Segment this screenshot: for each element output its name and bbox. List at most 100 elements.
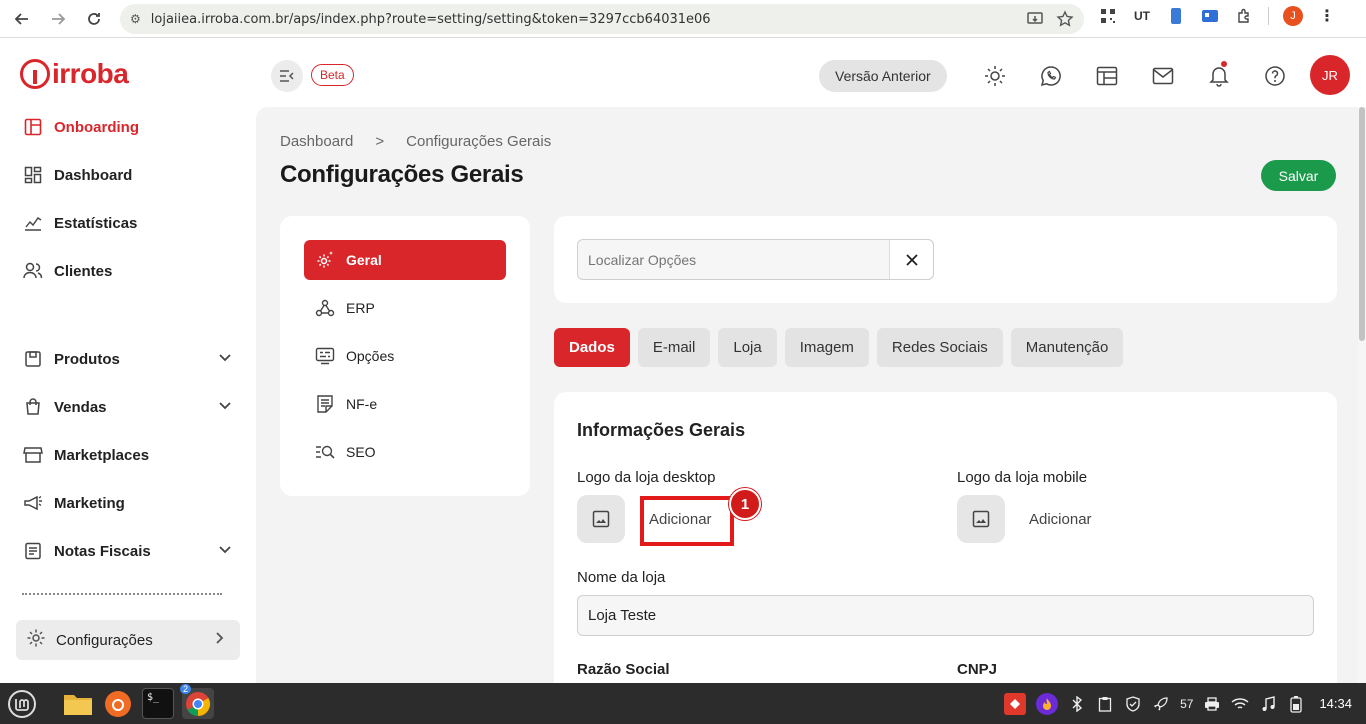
box-icon: [22, 348, 44, 370]
files-folder-icon[interactable]: [62, 688, 94, 719]
breadcrumb-current: Configurações Gerais: [406, 133, 552, 150]
step-badge: 1: [729, 488, 761, 520]
forward-icon[interactable]: [44, 5, 72, 33]
bell-icon[interactable]: [1205, 61, 1233, 90]
mint-menu-icon[interactable]: [6, 688, 38, 719]
bluetooth-icon[interactable]: [1068, 695, 1086, 713]
gear-sparkle-icon: [314, 250, 336, 270]
chevron-down-icon[interactable]: [218, 542, 232, 560]
seo-icon: [314, 443, 336, 461]
tab-dados[interactable]: Dados: [554, 328, 630, 367]
terminal-icon[interactable]: $_: [142, 688, 174, 719]
razao-social-label: Razão Social: [577, 661, 670, 678]
collapse-sidebar-button[interactable]: [271, 60, 303, 92]
breadcrumb-dashboard-link[interactable]: Dashboard: [280, 133, 353, 150]
id-card-extension-icon[interactable]: [1200, 6, 1220, 26]
settings-nav-seo[interactable]: SEO: [304, 432, 506, 472]
phone-extension-icon[interactable]: [1166, 6, 1186, 26]
chrome-window-count: 2: [180, 684, 192, 694]
chevron-down-icon[interactable]: [218, 398, 232, 416]
back-icon[interactable]: [8, 5, 36, 33]
anydesk-icon[interactable]: [1004, 692, 1027, 715]
highlight-box: [640, 496, 734, 546]
os-taskbar: $_ 2 57 14:34: [0, 683, 1366, 724]
irroba-logo[interactable]: irroba: [20, 58, 129, 90]
sidebar-item-estatisticas[interactable]: Estatísticas: [22, 212, 232, 234]
beta-badge: Beta: [311, 64, 354, 86]
browser-toolbar: ⚙ lojaiiea.irroba.com.br/aps/index.php?r…: [0, 0, 1366, 38]
mail-icon[interactable]: [1149, 62, 1177, 90]
address-bar[interactable]: ⚙ lojaiiea.irroba.com.br/aps/index.php?r…: [120, 4, 1084, 34]
sidebar-item-notas-fiscais[interactable]: Notas Fiscais: [22, 540, 232, 562]
sidebar-item-marketplaces[interactable]: Marketplaces: [22, 444, 232, 466]
sidebar-item-dashboard[interactable]: Dashboard: [22, 164, 232, 186]
sun-icon[interactable]: [981, 62, 1009, 90]
breadcrumb-separator: >: [375, 133, 385, 150]
extensions-puzzle-icon[interactable]: [1234, 6, 1254, 26]
users-icon: [22, 260, 44, 282]
tab-loja[interactable]: Loja: [718, 328, 777, 367]
add-logo-mobile-button[interactable]: Adicionar: [1029, 511, 1092, 528]
sidebar: irroba Onboarding Dashboard Estatísticas…: [0, 38, 256, 683]
wifi-icon[interactable]: [1231, 695, 1249, 713]
profile-avatar[interactable]: J: [1283, 6, 1303, 26]
site-info-icon[interactable]: ⚙: [130, 12, 141, 26]
gear-icon: [26, 628, 48, 652]
logo-desktop-placeholder[interactable]: [577, 495, 625, 543]
settings-tabs: Dados E-mail Loja Imagem Redes Sociais M…: [554, 328, 1124, 367]
tab-redes-sociais[interactable]: Redes Sociais: [876, 328, 1003, 367]
close-icon: [905, 253, 918, 266]
printer-icon[interactable]: [1203, 695, 1221, 713]
sidebar-item-marketing[interactable]: Marketing: [22, 492, 232, 514]
store-name-input[interactable]: Loja Teste: [577, 595, 1314, 636]
install-app-icon[interactable]: [1026, 10, 1044, 33]
search-input[interactable]: [578, 251, 878, 268]
user-avatar[interactable]: JR: [1310, 55, 1350, 95]
chevron-right-icon: [214, 631, 226, 649]
settings-nav-erp[interactable]: ERP: [304, 288, 506, 328]
search-box: [577, 239, 934, 280]
sidebar-item-vendas[interactable]: Vendas: [22, 396, 232, 418]
sidebar-item-configuracoes[interactable]: Configurações: [16, 620, 240, 660]
browser-menu-icon[interactable]: ⋮: [1317, 6, 1337, 26]
music-note-icon[interactable]: [1259, 695, 1277, 713]
sidebar-item-clientes[interactable]: Clientes: [22, 260, 232, 282]
clipboard-icon[interactable]: [1096, 695, 1114, 713]
logo-mobile-placeholder[interactable]: [957, 495, 1005, 543]
settings-nav-nfe[interactable]: NF-e: [304, 384, 506, 424]
chevron-down-icon[interactable]: [218, 350, 232, 368]
tab-imagem[interactable]: Imagem: [784, 328, 869, 367]
store-icon: [22, 444, 44, 466]
help-icon[interactable]: [1261, 62, 1289, 90]
shield-icon[interactable]: [1124, 695, 1142, 713]
settings-nav-opcoes[interactable]: Opções: [304, 336, 506, 376]
reload-icon[interactable]: [80, 5, 108, 33]
section-title: Informações Gerais: [577, 420, 746, 440]
store-name-label: Nome da loja: [577, 569, 666, 586]
sidebar-item-partial: [22, 591, 232, 597]
save-button[interactable]: Salvar: [1261, 160, 1336, 191]
previous-version-button[interactable]: Versão Anterior: [819, 60, 947, 92]
tab-email[interactable]: E-mail: [637, 328, 711, 367]
sidebar-item-produtos[interactable]: Produtos: [22, 348, 232, 370]
whatsapp-icon[interactable]: [1037, 62, 1065, 90]
chrome-icon[interactable]: 2: [180, 684, 214, 719]
scrollbar-thumb[interactable]: [1359, 107, 1365, 341]
ut-extension-icon[interactable]: UT: [1132, 6, 1152, 26]
sidebar-item-onboarding[interactable]: Onboarding: [22, 116, 232, 138]
firefox-icon[interactable]: [102, 688, 134, 719]
page-scrollbar[interactable]: [1358, 107, 1366, 683]
clear-search-button[interactable]: [889, 240, 933, 279]
layout-icon[interactable]: [1093, 62, 1121, 90]
settings-nav-geral[interactable]: Geral: [304, 240, 506, 280]
rocket-icon[interactable]: [1152, 695, 1170, 713]
battery-icon[interactable]: [1287, 695, 1305, 713]
bookmark-star-icon[interactable]: [1056, 10, 1074, 33]
logo-desktop-label: Logo da loja desktop: [577, 469, 716, 486]
invoice-icon: [22, 540, 44, 562]
qr-extension-icon[interactable]: [1098, 6, 1118, 26]
system-tray: 57 14:34: [1004, 683, 1352, 724]
general-info-card: Informações Gerais Logo da loja desktop …: [554, 392, 1337, 683]
flame-app-icon[interactable]: [1036, 692, 1059, 715]
tab-manutencao[interactable]: Manutenção: [1010, 328, 1124, 367]
